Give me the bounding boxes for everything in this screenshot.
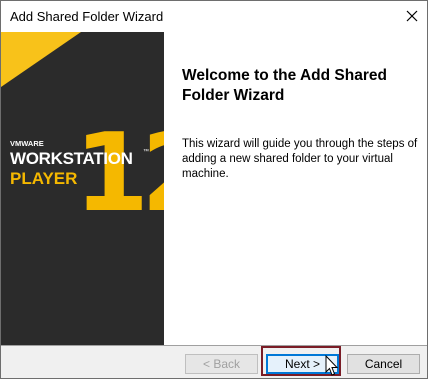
close-icon (406, 10, 418, 22)
close-button[interactable] (397, 1, 427, 31)
product-line-2: PLAYER (10, 169, 77, 188)
wizard-window: Add Shared Folder Wizard 12 VMWARE WORKS… (0, 0, 428, 379)
window-title: Add Shared Folder Wizard (10, 9, 164, 24)
product-line-1: WORKSTATION (10, 149, 133, 168)
wizard-description: This wizard will guide you through the s… (182, 138, 418, 180)
wizard-banner: 12 VMWARE WORKSTATION ™ PLAYER (1, 32, 164, 345)
wizard-footer: < Back Next > Cancel (1, 346, 427, 378)
version-number: 12 (74, 111, 164, 236)
trademark-mark: ™ (143, 148, 149, 155)
mouse-pointer-icon (325, 355, 339, 376)
title-bar: Add Shared Folder Wizard (1, 1, 427, 32)
banner-graphic: 12 VMWARE WORKSTATION ™ PLAYER (1, 32, 164, 345)
welcome-heading: Welcome to the Add Shared Folder Wizard (182, 67, 387, 104)
brand-label: VMWARE (10, 139, 44, 148)
back-button[interactable]: < Back (185, 354, 258, 374)
cancel-button[interactable]: Cancel (347, 354, 420, 374)
wizard-content: Welcome to the Add Shared Folder Wizard … (164, 32, 427, 345)
